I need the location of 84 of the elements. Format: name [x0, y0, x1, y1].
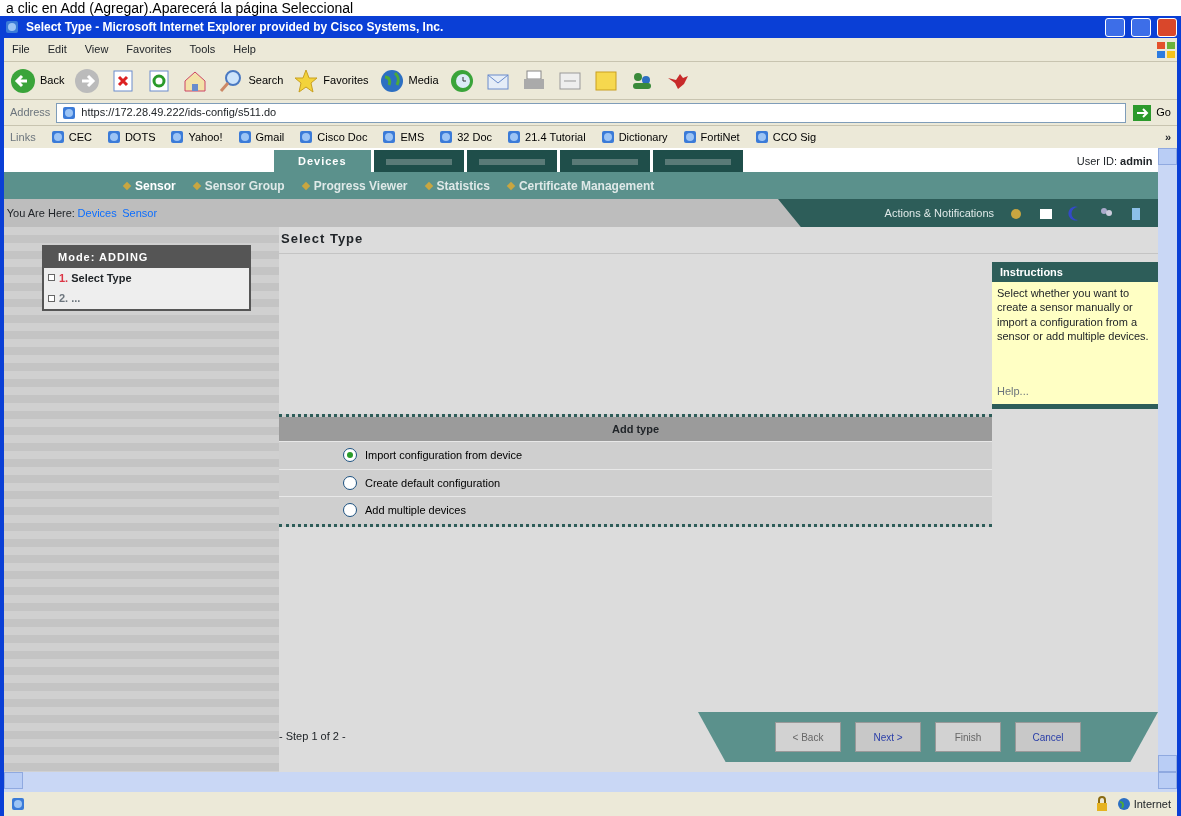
address-field[interactable]: https://172.28.49.222/ids-config/s511.do	[56, 102, 1127, 123]
instructions-title: Instructions	[992, 261, 1158, 282]
link-item[interactable]: CCO Sig	[753, 128, 817, 146]
link-item[interactable]: 21.4 Tutorial	[506, 128, 586, 146]
page-icon	[506, 129, 523, 145]
link-item[interactable]: FortiNet	[681, 128, 740, 146]
blank-tab[interactable]	[652, 150, 743, 172]
scroll-left-button[interactable]	[4, 772, 23, 789]
window-title: Select Type - Microsoft Internet Explorer provided by Cisco Systems, Inc.	[26, 19, 444, 36]
menu-item[interactable]: Help	[233, 41, 256, 58]
step-indicator: - Step 1 of 2 -	[279, 729, 346, 744]
page-icon	[105, 129, 122, 145]
link-item[interactable]: Gmail	[236, 128, 285, 146]
help-link[interactable]: Help...	[997, 385, 1029, 398]
page-icon	[49, 129, 66, 145]
links-label: Links	[10, 129, 36, 145]
link-item[interactable]: EMS	[381, 128, 425, 146]
radio-option[interactable]: Import configuration from device	[279, 441, 992, 469]
minimize-button[interactable]	[1105, 17, 1125, 37]
caption-text: a clic en Add (Agregar).Aparecerá la página Seleccional	[6, 0, 354, 16]
menu-item[interactable]: View	[84, 41, 109, 58]
nav-tab[interactable]: Devices	[274, 150, 371, 172]
radio-button[interactable]	[343, 475, 357, 490]
radio-button[interactable]	[343, 448, 357, 463]
page-icon	[753, 129, 770, 145]
scroll-down-button[interactable]	[1158, 755, 1177, 772]
page-icon	[10, 796, 26, 812]
radio-option[interactable]: Create default configuration	[279, 468, 992, 496]
user-id-text: User ID: admin	[1076, 153, 1154, 169]
address-label: Address	[10, 105, 51, 121]
page-icon	[681, 129, 698, 145]
media-button[interactable]: Media	[378, 67, 439, 94]
breadcrumb-label: You Are Here:	[5, 205, 76, 221]
close-button[interactable]	[1157, 17, 1177, 37]
go-button[interactable]: Go	[1132, 103, 1171, 122]
menu-item[interactable]: Tools	[189, 41, 216, 58]
back-button[interactable]: Back	[10, 67, 65, 94]
page-icon	[4, 19, 20, 35]
more-links-button[interactable]: »	[1164, 128, 1171, 146]
history-icon	[448, 67, 475, 94]
wizard-step[interactable]: 1. Select Type	[59, 269, 132, 286]
page-icon	[381, 129, 398, 145]
link-item[interactable]: Cisco Doc	[298, 128, 368, 146]
globe-icon	[378, 67, 405, 94]
nav-link[interactable]: Sensor	[124, 176, 176, 195]
blank-tab[interactable]	[466, 150, 557, 172]
blank-tab[interactable]	[559, 150, 650, 172]
globe-icon	[1116, 797, 1131, 811]
page-icon	[438, 129, 455, 145]
link-item[interactable]: 32 Doc	[438, 128, 493, 146]
instructions-text: Select whether you want to create a sensor manually or import a configuration from a sensor or add multiple devices.	[992, 282, 1158, 348]
blank-tab[interactable]	[373, 150, 464, 172]
scroll-up-button[interactable]	[1158, 148, 1177, 165]
page-icon	[236, 129, 253, 145]
link-item[interactable]: DOTS	[105, 128, 156, 146]
scroll-right-button[interactable]	[1158, 772, 1177, 789]
wizard-button[interactable]: Next >	[855, 722, 921, 752]
wizard-step[interactable]: 2. ...	[59, 290, 81, 307]
star-icon	[293, 67, 320, 94]
menu-item[interactable]: File	[12, 41, 30, 58]
zone-text: Internet	[1116, 795, 1171, 813]
wizard-button[interactable]: Cancel	[1015, 722, 1081, 752]
page-heading: Select Type	[279, 227, 1158, 254]
table-header: Add type	[279, 416, 992, 441]
page-icon	[169, 129, 186, 145]
menu-item[interactable]: Favorites	[126, 41, 172, 58]
favorites-button[interactable]: Favorites	[293, 67, 369, 94]
page-icon	[298, 129, 315, 145]
menu-item[interactable]: Edit	[47, 41, 67, 58]
lock-icon	[1094, 796, 1109, 812]
link-item[interactable]: CEC	[49, 128, 92, 146]
forward-button[interactable]	[74, 67, 101, 94]
radio-button[interactable]	[343, 503, 357, 518]
search-button[interactable]: Search	[218, 67, 284, 94]
link-item[interactable]: Dictionary	[599, 128, 668, 146]
actions-label: Actions & Notifications	[884, 205, 994, 221]
link-item[interactable]: Yahoo!	[169, 128, 223, 146]
windows-logo-icon	[1155, 39, 1177, 60]
mode-title: Mode: ADDING	[44, 247, 249, 268]
radio-option[interactable]: Add multiple devices	[279, 496, 992, 524]
history-button[interactable]	[448, 67, 475, 94]
page-icon	[599, 129, 616, 145]
maximize-button[interactable]	[1131, 17, 1151, 37]
page-icon	[61, 104, 78, 121]
